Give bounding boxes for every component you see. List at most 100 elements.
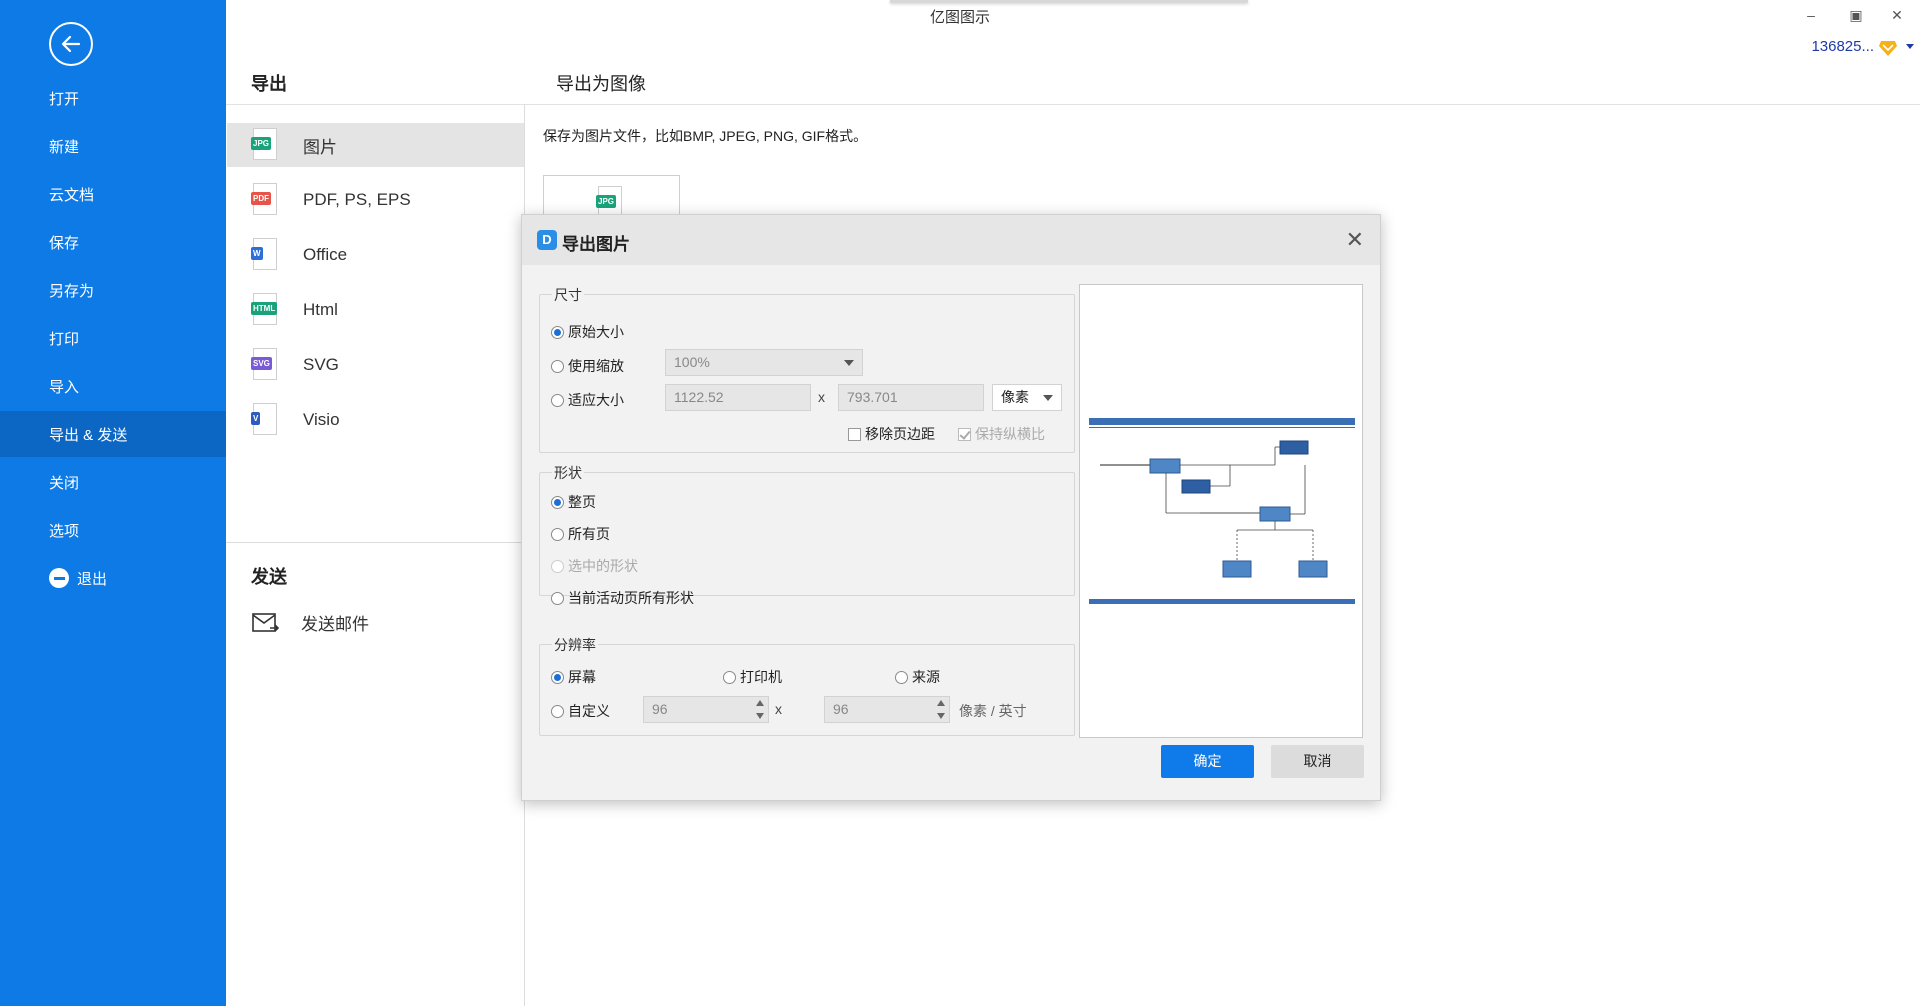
ok-button[interactable]: 确定: [1161, 745, 1254, 778]
vip-diamond-icon[interactable]: [1878, 37, 1898, 57]
header-divider: [226, 104, 1920, 105]
spin-up-icon: [756, 700, 764, 706]
sidebar-item-label: 打印: [49, 330, 80, 348]
sidebar-item-label: 选项: [49, 522, 80, 540]
sidebar-item[interactable]: 打印: [0, 315, 226, 361]
export-format-label: Html: [303, 300, 338, 319]
remove-margin-checkbox[interactable]: 移除页边距: [848, 424, 935, 444]
sidebar-item[interactable]: 导入: [0, 363, 226, 409]
scale-select[interactable]: 100%: [665, 349, 863, 376]
sidebar-item[interactable]: 保存: [0, 219, 226, 265]
send-section-title: 发送: [251, 567, 287, 587]
cancel-button[interactable]: 取消: [1271, 745, 1364, 778]
dpi-x-stepper[interactable]: 96: [643, 696, 769, 723]
printer-radio[interactable]: 打印机: [723, 667, 782, 687]
dialog-title: 导出图片: [562, 235, 630, 254]
backstage-sidebar: 打开新建云文档保存另存为打印导入导出 & 发送 关闭选项退出: [0, 0, 226, 1006]
resolution-group: 分辨率 屏幕 打印机 来源 自定义 96 x 96 像素 / 英寸: [539, 635, 1075, 736]
chevron-down-icon: [844, 360, 854, 366]
dpi-x-separator: x: [775, 701, 782, 717]
sidebar-item-label: 导出 & 发送: [49, 426, 128, 444]
file-format-icon: V: [251, 403, 281, 437]
account-dropdown-icon[interactable]: [1906, 44, 1914, 49]
export-format-item[interactable]: PDF PDF, PS, EPS: [227, 178, 524, 222]
mail-icon: [252, 612, 279, 632]
source-radio[interactable]: 来源: [895, 667, 940, 687]
unit-select[interactable]: 像素: [992, 384, 1062, 411]
sidebar-item-label: 保存: [49, 234, 80, 252]
dpi-y-stepper[interactable]: 96: [824, 696, 950, 723]
spin-down-icon: [937, 713, 945, 719]
sidebar-item-label: 打开: [49, 90, 80, 108]
dialog-header: D 导出图片 ✕: [522, 215, 1380, 265]
file-format-icon: SVG: [251, 348, 281, 382]
sidebar-item[interactable]: 导出 & 发送: [0, 411, 226, 457]
sidebar-item[interactable]: 新建: [0, 123, 226, 169]
back-arrow-icon[interactable]: [49, 22, 93, 66]
user-account[interactable]: 136825...: [1811, 38, 1874, 55]
sidebar-item[interactable]: 选项: [0, 507, 226, 553]
export-image-dialog: D 导出图片 ✕ 尺寸 原始大小 使用缩放 100% 适应大小 1122.52 …: [521, 214, 1381, 801]
exit-icon: [49, 568, 69, 588]
sidebar-item-label: 云文档: [49, 186, 95, 204]
export-section-title: 导出: [251, 74, 287, 94]
app-title: 亿图图示: [929, 9, 990, 26]
selected-shapes-radio[interactable]: 选中的形状: [551, 556, 638, 576]
size-group-label: 尺寸: [552, 285, 584, 305]
restore-icon[interactable]: ▣: [1845, 4, 1867, 26]
sidebar-item-label: 退出: [77, 570, 108, 588]
current-page-shapes-radio[interactable]: 当前活动页所有形状: [551, 588, 694, 608]
screen-radio[interactable]: 屏幕: [551, 667, 596, 687]
export-detail-title: 导出为图像: [556, 74, 646, 94]
fit-size-radio[interactable]: 适应大小: [551, 390, 624, 410]
width-field[interactable]: 1122.52: [665, 384, 811, 411]
keep-ratio-checkbox[interactable]: 保持纵横比: [958, 424, 1045, 444]
export-format-item[interactable]: W Office: [227, 233, 524, 277]
dialog-close-icon[interactable]: ✕: [1346, 227, 1364, 253]
app-logo-icon: D: [537, 230, 557, 250]
export-format-label: SVG: [303, 355, 339, 374]
file-format-icon: PDF: [251, 183, 281, 217]
sidebar-item-label: 新建: [49, 138, 80, 156]
close-icon[interactable]: ✕: [1886, 4, 1908, 26]
sidebar-item-label: 导入: [49, 378, 80, 396]
image-format-card[interactable]: JPG: [543, 175, 680, 218]
export-format-label: 图片: [303, 137, 337, 157]
export-format-item[interactable]: HTML Html: [227, 288, 524, 332]
resolution-group-label: 分辨率: [552, 635, 598, 655]
custom-radio[interactable]: 自定义: [551, 701, 610, 721]
sidebar-item-label: 另存为: [49, 282, 95, 300]
export-preview: [1079, 284, 1363, 738]
original-size-radio[interactable]: 原始大小: [551, 322, 624, 342]
minimize-icon[interactable]: –: [1800, 4, 1822, 26]
export-format-label: Office: [303, 245, 348, 264]
diagram-preview-image: [1089, 418, 1355, 604]
shape-group: 形状 整页 所有页 选中的形状 当前活动页所有形状: [539, 463, 1075, 606]
sidebar-item[interactable]: 云文档: [0, 171, 226, 217]
sidebar-item-label: 关闭: [49, 474, 80, 492]
whole-page-radio[interactable]: 整页: [551, 492, 596, 512]
sidebar-item[interactable]: 打开: [0, 75, 226, 121]
send-mail-item[interactable]: 发送邮件: [251, 610, 369, 635]
file-format-icon: HTML: [251, 293, 281, 327]
sidebar-item[interactable]: 另存为: [0, 267, 226, 313]
shape-group-label: 形状: [552, 463, 584, 483]
title-strip: [890, 0, 1248, 3]
all-pages-radio[interactable]: 所有页: [551, 524, 610, 544]
height-field[interactable]: 793.701: [838, 384, 984, 411]
chevron-down-icon: [1043, 395, 1053, 401]
dpi-unit-label: 像素 / 英寸: [959, 703, 1027, 719]
export-format-item[interactable]: SVG SVG: [227, 343, 524, 387]
use-scale-radio[interactable]: 使用缩放: [551, 356, 624, 376]
export-format-item[interactable]: JPG 图片: [227, 123, 524, 167]
file-format-icon: JPG: [251, 128, 281, 162]
spin-up-icon: [937, 700, 945, 706]
sidebar-item[interactable]: 关闭: [0, 459, 226, 505]
send-divider: [226, 542, 524, 543]
spin-down-icon: [756, 713, 764, 719]
export-description: 保存为图片文件，比如BMP, JPEG, PNG, GIF格式。: [543, 128, 868, 144]
file-format-icon: W: [251, 238, 281, 272]
sidebar-item[interactable]: 退出: [0, 555, 226, 601]
size-group: 尺寸 原始大小 使用缩放 100% 适应大小 1122.52 x 793.701…: [539, 285, 1075, 453]
export-format-item[interactable]: V Visio: [227, 398, 524, 442]
